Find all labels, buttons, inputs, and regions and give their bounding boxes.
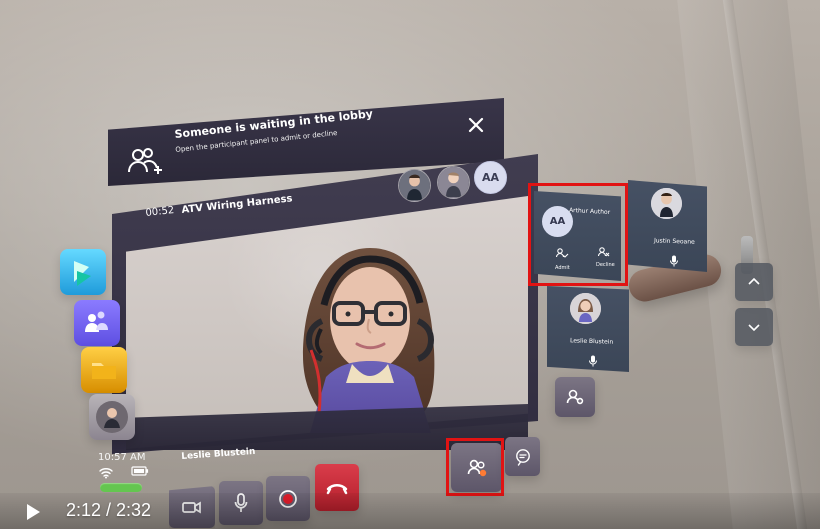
participant-video-person: [303, 248, 435, 433]
justin-avatar: [651, 188, 682, 219]
add-participant-icon: [566, 389, 584, 405]
participants-button-highlight: [446, 438, 504, 496]
justin-name: Justin Seoane: [653, 237, 695, 246]
person-avatar-icon: [651, 188, 682, 219]
dynamics-app-icon: [74, 261, 91, 286]
dynamics-app-tile[interactable]: [60, 249, 106, 295]
files-app-tile[interactable]: [81, 347, 127, 393]
profile-avatar-icon: [96, 401, 128, 433]
chat-button[interactable]: [505, 437, 540, 476]
person-avatar-icon: [399, 170, 430, 201]
microphone-icon: [589, 355, 597, 367]
leslie-name: Leslie Blustein: [569, 337, 614, 346]
waiting-participant-highlight: [528, 183, 628, 286]
top-avatar-aa[interactable]: AA: [474, 161, 507, 194]
profile-app-tile[interactable]: [89, 394, 135, 440]
close-icon[interactable]: [467, 116, 485, 134]
person-avatar-icon: [438, 167, 469, 198]
play-icon[interactable]: [25, 503, 41, 521]
status-indicator-pill: [100, 483, 142, 492]
microphone-icon: [670, 255, 678, 267]
chat-icon: [515, 448, 530, 466]
add-participant-button[interactable]: [555, 377, 595, 417]
teams-app-tile[interactable]: [74, 300, 120, 346]
chevron-up-icon: [748, 277, 760, 285]
top-avatar-participant-2[interactable]: [437, 166, 470, 199]
teams-app-icon: [85, 311, 108, 332]
scroll-down-button[interactable]: [735, 308, 773, 346]
participants-add-icon: [128, 148, 162, 174]
system-time: 10:57 AM: [98, 452, 146, 463]
folder-icon: [92, 363, 116, 379]
top-avatar-participant-1[interactable]: [398, 169, 431, 202]
wifi-icon: [99, 468, 113, 479]
video-time-readout: 2:12 / 2:32: [66, 500, 152, 520]
scroll-up-button[interactable]: [735, 263, 773, 301]
battery-icon: [131, 466, 149, 476]
chevron-down-icon: [748, 324, 760, 332]
person-avatar-icon: [570, 293, 601, 324]
leslie-avatar: [570, 293, 601, 324]
mixed-reality-scene: Someone is waiting in the lobby Open the…: [0, 0, 820, 529]
